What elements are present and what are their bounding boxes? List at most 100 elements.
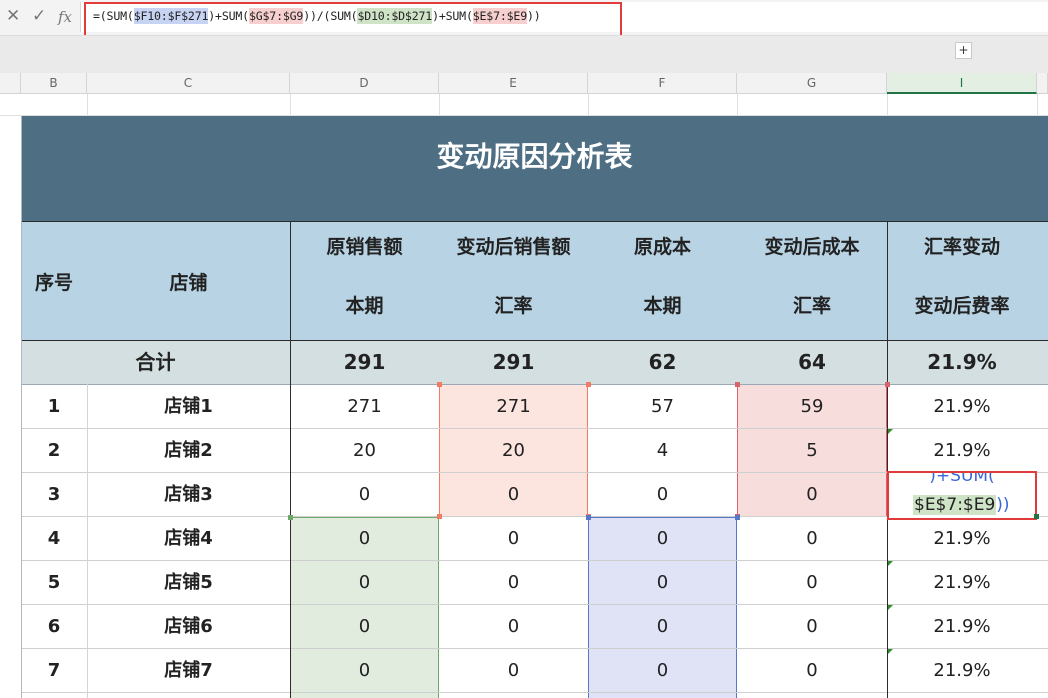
edit-ref-text: $E$7:$E9 [913,495,997,515]
gridline [87,94,88,116]
cell-d[interactable]: 0 [290,517,439,561]
range-handle[interactable] [885,382,890,387]
cell-i[interactable]: 21.9% [887,429,1037,473]
gridline [21,116,22,698]
edit-line-1-text: )+SUM( [929,471,995,486]
header-i-bottom[interactable]: 变动后费率 [887,291,1037,318]
cell-d[interactable]: 0 [290,649,439,693]
cell-e[interactable]: 0 [439,473,588,517]
cell-seq[interactable]: 1 [21,385,87,429]
cell-i[interactable]: 21.9% [887,605,1037,649]
formula-highlight-box [84,2,622,39]
cell-seq[interactable]: 6 [21,605,87,649]
cell-i[interactable]: 21.9% [887,517,1037,561]
cell-f[interactable]: 0 [588,517,737,561]
range-handle[interactable] [735,515,740,520]
cell-f[interactable]: 0 [588,473,737,517]
cell-e[interactable]: 0 [439,649,588,693]
header-g-top[interactable]: 变动后成本 [737,232,887,259]
header-i-top[interactable]: 汇率变动 [887,232,1037,259]
total-i[interactable]: 21.9% [887,341,1037,384]
col-header-g[interactable]: G [737,73,887,94]
header-d-top[interactable]: 原销售额 [290,232,439,259]
cell-seq[interactable]: 7 [21,649,87,693]
cell-f[interactable]: 4 [588,429,737,473]
cell-i[interactable]: 21.9% [887,385,1037,429]
range-handle[interactable] [586,515,591,520]
total-f[interactable]: 62 [588,341,737,384]
cell-store[interactable]: 店铺6 [87,605,290,649]
cell-seq[interactable]: 2 [21,429,87,473]
cell-seq[interactable]: 4 [21,517,87,561]
cell-f[interactable]: 57 [588,385,737,429]
cell-d[interactable]: 20 [290,429,439,473]
range-handle[interactable] [437,514,442,519]
col-header-c[interactable]: C [87,73,290,94]
cell-store[interactable]: 店铺3 [87,473,290,517]
cell-g[interactable]: 59 [737,385,887,429]
cell-store[interactable]: 店铺5 [87,561,290,605]
cell-store[interactable]: 店铺4 [87,517,290,561]
header-g-bottom[interactable]: 汇率 [737,291,887,318]
cell-i[interactable]: 21.9% [887,561,1037,605]
gridline [887,94,888,116]
cell-f[interactable]: 0 [588,649,737,693]
cell-d[interactable]: 0 [290,473,439,517]
toolbar-strip: + [0,35,1048,74]
cell-f[interactable]: 0 [588,561,737,605]
col-header-f[interactable]: F [588,73,737,94]
header-seq[interactable]: 序号 [21,268,87,295]
cell-d[interactable]: 271 [290,385,439,429]
range-handle[interactable] [437,382,442,387]
col-header-e[interactable]: E [439,73,588,94]
cell-indicator [888,561,893,566]
header-f-bottom[interactable]: 本期 [588,291,737,318]
cell-e[interactable]: 0 [439,561,588,605]
expand-formula-button[interactable]: + [955,42,972,59]
close-icon[interactable]: ✕ [6,6,20,26]
sheet-title[interactable]: 变动原因分析表 [21,116,1048,221]
header-e-top[interactable]: 变动后销售额 [439,232,588,259]
cell-d[interactable]: 0 [290,561,439,605]
header-d-bottom[interactable]: 本期 [290,291,439,318]
header-store[interactable]: 店铺 [87,268,290,295]
range-handle[interactable] [735,382,740,387]
cell-e[interactable]: 0 [439,605,588,649]
header-f-top[interactable]: 原成本 [588,232,737,259]
cell-e[interactable]: 20 [439,429,588,473]
cell-d[interactable]: 0 [290,605,439,649]
range-handle[interactable] [288,515,293,520]
total-g[interactable]: 64 [737,341,887,384]
cell-g[interactable]: 5 [737,429,887,473]
col-header-d[interactable]: D [290,73,439,94]
total-d[interactable]: 291 [290,341,439,384]
header-e-bottom[interactable]: 汇率 [439,291,588,318]
cell-g[interactable]: 0 [737,561,887,605]
gridline [1037,94,1038,116]
cell-store[interactable]: 店铺1 [87,385,290,429]
total-label[interactable]: 合计 [21,341,290,384]
check-icon[interactable]: ✓ [32,6,46,26]
cell-seq[interactable]: 3 [21,473,87,517]
cell-i[interactable]: 21.9% [887,649,1037,693]
cell-g[interactable]: 0 [737,473,887,517]
cell-g[interactable]: 0 [737,605,887,649]
fx-icon[interactable]: fx [58,8,72,26]
fill-handle[interactable] [1034,514,1039,519]
col-header-i[interactable]: I [887,73,1037,94]
col-header-j[interactable] [1037,73,1048,94]
cell-store[interactable]: 店铺2 [87,429,290,473]
cell-seq[interactable]: 5 [21,561,87,605]
range-handle[interactable] [586,382,591,387]
gridline [21,428,1048,429]
cell-e[interactable]: 0 [439,517,588,561]
cell-g[interactable]: 0 [737,517,887,561]
corner-header[interactable] [0,73,21,94]
active-edit-cell[interactable]: )+SUM( $E$7:$E9)) [887,471,1037,520]
cell-g[interactable]: 0 [737,649,887,693]
col-header-b[interactable]: B [21,73,87,94]
cell-e[interactable]: 271 [439,385,588,429]
cell-f[interactable]: 0 [588,605,737,649]
total-e[interactable]: 291 [439,341,588,384]
cell-store[interactable]: 店铺7 [87,649,290,693]
